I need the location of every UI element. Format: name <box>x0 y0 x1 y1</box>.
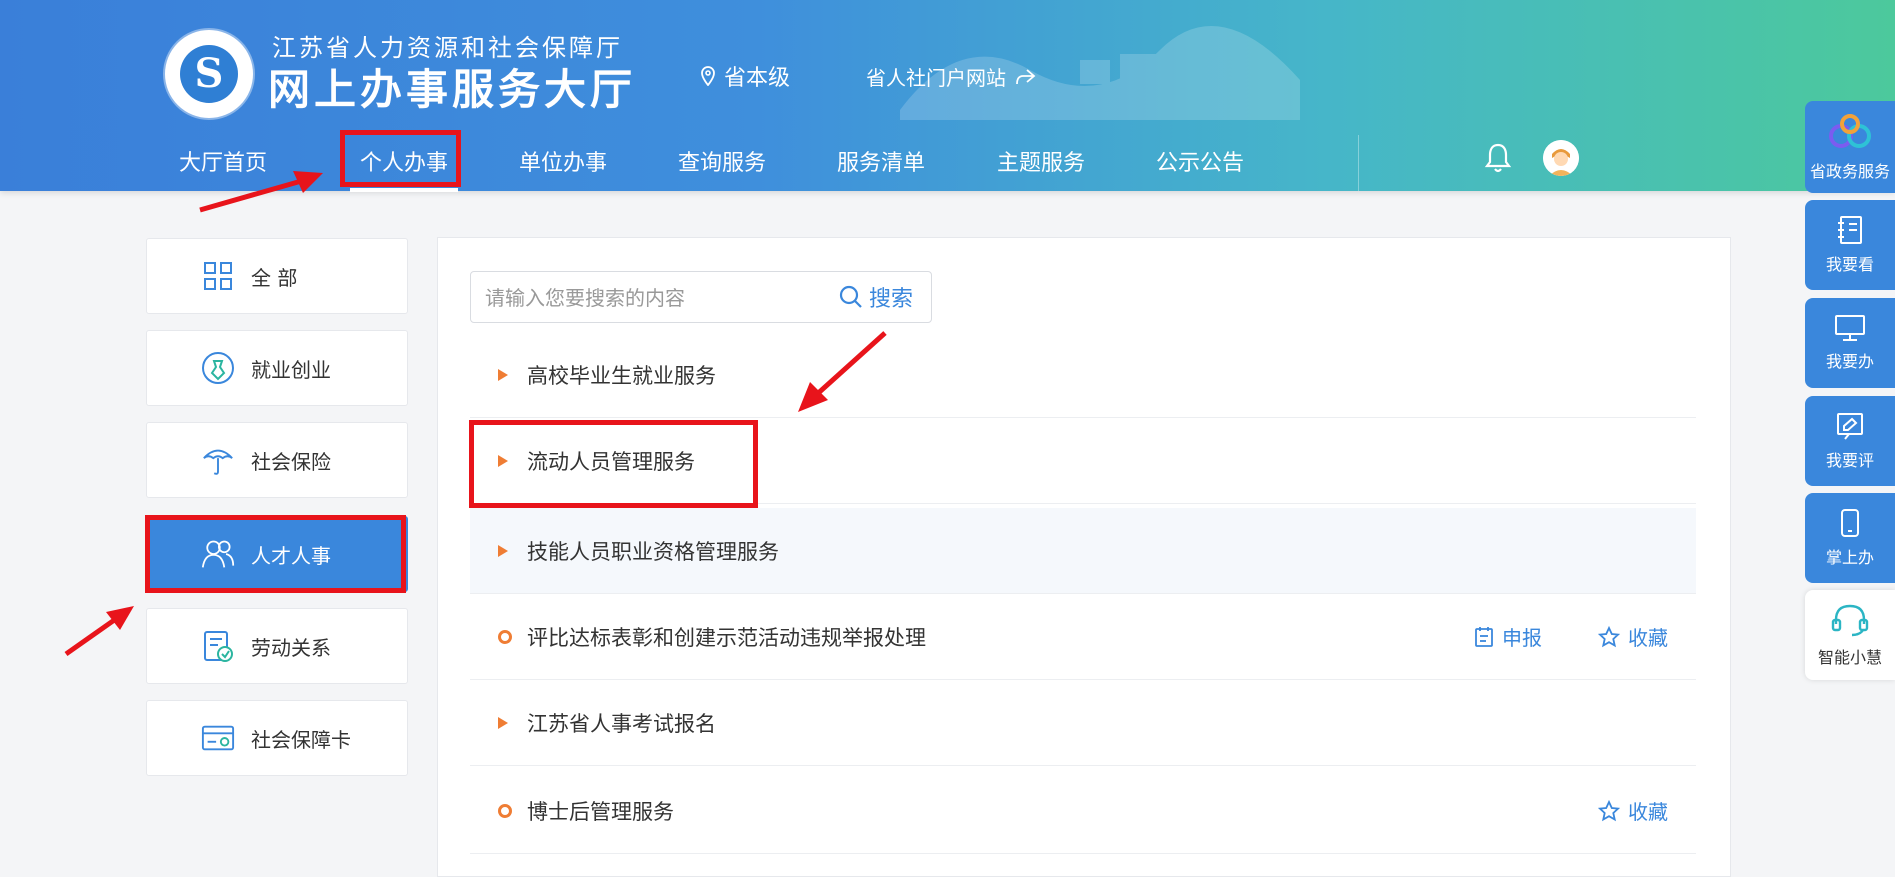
decorative-hills <box>900 26 1300 120</box>
rail-view[interactable]: 我要看 <box>1805 200 1895 290</box>
nav-item-query[interactable]: 查询服务 <box>678 144 766 184</box>
star-icon <box>1598 799 1620 821</box>
bell-icon[interactable] <box>1484 142 1512 174</box>
search-button-label: 搜索 <box>869 287 914 312</box>
service-row[interactable]: 高校毕业生就业服务 <box>470 332 1696 418</box>
service-title: 技能人员职业资格管理服务 <box>527 539 779 564</box>
logo-s-icon: S <box>180 45 238 103</box>
search-box: 搜索 <box>470 271 932 323</box>
notebook-icon <box>1838 216 1862 244</box>
portal-link-label: 省人社门户网站 <box>866 66 1006 90</box>
sidebar-item-label: 劳动关系 <box>251 635 331 660</box>
people-icon <box>201 537 235 571</box>
sidebar-item-label: 社会保险 <box>251 449 331 474</box>
service-title: 江苏省人事考试报名 <box>527 711 716 736</box>
service-row[interactable]: 博士后管理服务 收藏 <box>470 768 1696 854</box>
umbrella-icon <box>201 443 235 477</box>
headset-icon <box>1831 604 1869 637</box>
annotation-arrow-sidebar <box>64 606 134 657</box>
portal-link[interactable]: 省人社门户网站 <box>866 62 1036 91</box>
apply-button[interactable]: 申报 <box>1474 622 1542 651</box>
grid-icon <box>201 259 235 293</box>
level-label: 省本级 <box>724 66 791 91</box>
share-icon <box>1016 68 1036 84</box>
service-title: 评比达标表彰和创建示范活动违规举报处理 <box>527 625 926 650</box>
sidebar-item-social-insurance[interactable]: 社会保险 <box>146 422 408 498</box>
service-title: 博士后管理服务 <box>527 799 674 824</box>
favorite-label: 收藏 <box>1628 626 1668 650</box>
avatar-face-icon <box>1543 140 1579 176</box>
service-row[interactable]: 流动人员管理服务 <box>470 418 1696 504</box>
service-title: 高校毕业生就业服务 <box>527 363 716 388</box>
sidebar-item-all[interactable]: 全 部 <box>146 238 408 314</box>
search-input[interactable] <box>483 282 817 314</box>
sidebar-item-label: 全 部 <box>251 265 298 290</box>
level-selector[interactable]: 省本级 <box>700 60 790 92</box>
user-avatar[interactable] <box>1543 140 1579 176</box>
location-pin-icon <box>701 66 715 86</box>
hall-title: 网上办事服务大厅 <box>268 65 637 114</box>
hrss-logo[interactable]: S <box>165 30 253 118</box>
item-dot-icon <box>498 629 512 644</box>
rail-label: 我要评 <box>1825 451 1874 470</box>
employment-icon <box>201 351 235 385</box>
search-button[interactable]: 搜索 <box>839 281 913 313</box>
sidebar-item-label: 就业创业 <box>251 357 331 382</box>
nav-item-personal[interactable]: 个人办事 <box>349 144 459 192</box>
rail-label: 我要看 <box>1825 255 1874 274</box>
service-title: 流动人员管理服务 <box>527 449 695 474</box>
expand-triangle-icon <box>498 368 508 381</box>
sidebar-item-talent[interactable]: 人才人事 <box>146 516 408 592</box>
rail-label: 智能小慧 <box>1817 648 1882 667</box>
service-row[interactable]: 评比达标表彰和创建示范活动违规举报处理 申报 收藏 <box>470 594 1696 680</box>
main-nav: 大厅首页 个人办事 单位办事 查询服务 服务清单 主题服务 公示公告 <box>0 130 1895 192</box>
sidebar-item-label: 社会保障卡 <box>251 727 351 752</box>
rail-label: 我要办 <box>1825 352 1874 371</box>
apply-label: 申报 <box>1502 626 1542 650</box>
rail-label: 省政务服务 <box>1809 162 1890 181</box>
rail-review[interactable]: 我要评 <box>1805 396 1895 486</box>
item-dot-icon <box>498 803 512 818</box>
sidebar-item-label: 人才人事 <box>251 543 331 568</box>
sidebar-item-labor[interactable]: 劳动关系 <box>146 608 408 684</box>
search-icon <box>839 285 862 308</box>
expand-triangle-icon <box>498 544 508 557</box>
apply-form-icon <box>1475 626 1493 647</box>
labor-contract-icon <box>201 629 235 663</box>
expand-triangle-icon <box>498 454 508 467</box>
gov-service-logo-icon <box>1829 114 1871 148</box>
rail-mobile[interactable]: 掌上办 <box>1805 493 1895 583</box>
nav-item-notice[interactable]: 公示公告 <box>1156 144 1244 184</box>
card-icon <box>201 721 235 755</box>
nav-item-home[interactable]: 大厅首页 <box>179 144 267 184</box>
favorite-label: 收藏 <box>1628 800 1668 824</box>
nav-item-unit[interactable]: 单位办事 <box>519 144 607 184</box>
phone-icon <box>1841 509 1859 537</box>
monitor-icon <box>1835 315 1865 341</box>
rail-label: 掌上办 <box>1825 548 1874 567</box>
expand-triangle-icon <box>498 716 508 729</box>
nav-item-topic[interactable]: 主题服务 <box>997 144 1085 184</box>
favorite-button[interactable]: 收藏 <box>1598 796 1668 825</box>
sidebar-item-employment[interactable]: 就业创业 <box>146 330 408 406</box>
nav-divider <box>1358 135 1359 191</box>
rail-handle[interactable]: 我要办 <box>1805 298 1895 388</box>
rail-gov-service[interactable]: 省政务服务 <box>1805 101 1895 193</box>
service-row[interactable]: 技能人员职业资格管理服务 <box>470 508 1696 594</box>
sidebar-item-social-card[interactable]: 社会保障卡 <box>146 700 408 776</box>
service-row[interactable]: 江苏省人事考试报名 <box>470 680 1696 766</box>
favorite-button[interactable]: 收藏 <box>1598 622 1668 651</box>
edit-review-icon <box>1837 413 1863 440</box>
rail-assistant[interactable]: 智能小慧 <box>1805 590 1895 680</box>
nav-item-service-list[interactable]: 服务清单 <box>837 144 925 184</box>
star-icon <box>1598 625 1620 647</box>
